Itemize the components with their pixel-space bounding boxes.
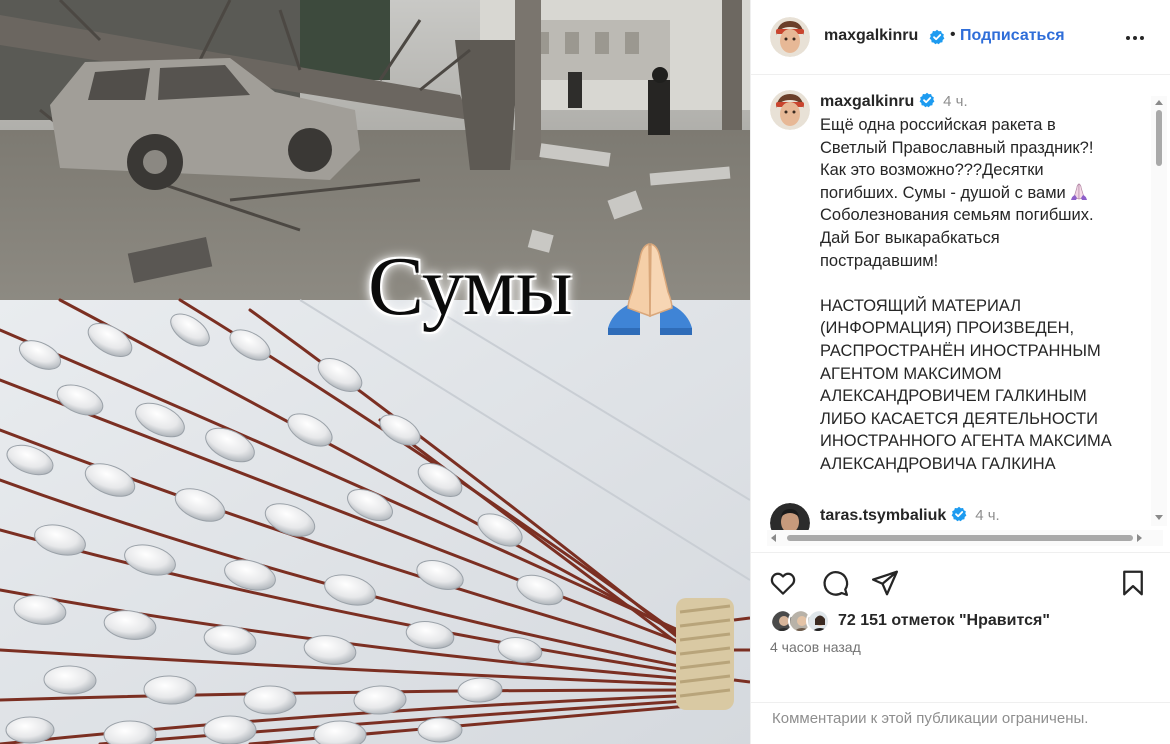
caption-line: РАСПРОСТРАНЁН ИНОСТРАННЫМ xyxy=(820,341,1101,360)
verified-badge-icon xyxy=(951,506,967,522)
caption-text: Ещё одна российская ракета в Светлый Пра… xyxy=(820,114,1140,476)
bookmark-icon[interactable] xyxy=(1118,568,1148,598)
post-actions: 72 151 отметок "Нравится" 4 часов назад xyxy=(751,552,1170,702)
caption-username[interactable]: maxgalkinru xyxy=(820,93,914,110)
post-details-panel: maxgalkinru • Подписаться maxgalkinru 4 … xyxy=(750,0,1170,744)
comments-restricted-text: Комментарии к этой публикации ограничены… xyxy=(772,710,1089,727)
likes-count[interactable]: 72 151 отметок "Нравится" xyxy=(838,612,1050,630)
post-image xyxy=(0,0,750,744)
scrollbar-thumb xyxy=(1156,110,1162,166)
verified-badge-icon xyxy=(929,29,945,45)
caption-line: Ещё одна российская ракета в xyxy=(820,116,1056,134)
caption-line: Дай Бог выкарабкаться xyxy=(820,228,1000,247)
comment-icon[interactable] xyxy=(820,568,850,598)
caption-line-text: погибших. Сумы - душой с вами xyxy=(820,183,1066,202)
author-username[interactable]: maxgalkinru xyxy=(824,27,918,45)
caption-line: Светлый Православный праздник?! xyxy=(820,138,1094,157)
caption-author-avatar[interactable] xyxy=(770,90,810,130)
caption-line: ЛИБО КАСАЕТСЯ ДЕЯТЕЛЬНОСТИ xyxy=(820,409,1098,428)
comments-list[interactable]: maxgalkinru 4 ч. Ещё одна российская рак… xyxy=(751,76,1170,532)
caption-line: АГЕНТОМ МАКСИМОМ xyxy=(820,364,1002,383)
caption-line: АЛЕКСАНДРОВИЧЕМ ГАЛКИНЫМ xyxy=(820,387,1087,406)
caption-line: ИНОСТРАННОГО АГЕНТА МАКСИМА xyxy=(820,432,1112,451)
comments-restricted-notice: Комментарии к этой публикации ограничены… xyxy=(751,702,1170,744)
post-header: maxgalkinru • Подписаться xyxy=(751,0,1170,75)
caption-line: АЛЕКСАНДРОВИЧА ГАЛКИНА xyxy=(820,454,1056,473)
vertical-scrollbar[interactable] xyxy=(1151,96,1167,526)
verified-badge-icon xyxy=(919,92,935,108)
follow-button[interactable]: Подписаться xyxy=(960,27,1065,45)
caption-line: Соболезнования семьям погибших. xyxy=(820,206,1094,225)
folded-hands-icon xyxy=(1071,183,1088,200)
post-media[interactable]: Сумы xyxy=(0,0,750,744)
caption-header: maxgalkinru 4 ч. xyxy=(820,92,968,111)
author-avatar[interactable] xyxy=(770,17,810,57)
caption-time[interactable]: 4 ч. xyxy=(943,93,968,110)
folded-hands-icon xyxy=(608,243,692,335)
heart-icon[interactable] xyxy=(768,568,798,598)
more-horizontal-icon[interactable] xyxy=(1123,26,1147,50)
avatar xyxy=(806,609,830,633)
comment-username[interactable]: taras.tsymbaliuk xyxy=(820,507,946,524)
horizontal-scrollbar[interactable] xyxy=(767,530,1163,546)
share-icon[interactable] xyxy=(870,568,900,598)
comment-author-avatar[interactable] xyxy=(770,503,810,532)
caption-line: Как это возможно???Десятки xyxy=(820,161,1044,180)
comment-header: taras.tsymbaliuk 4 ч. xyxy=(820,506,1000,525)
scrollbar-thumb xyxy=(787,535,1133,541)
post-timestamp[interactable]: 4 часов назад xyxy=(770,639,861,655)
caption-line: погибших. Сумы - душой с вами xyxy=(820,182,1140,205)
caption-line xyxy=(820,272,1140,295)
overlay-caption: Сумы xyxy=(368,240,573,333)
caption-line: НАСТОЯЩИЙ МАТЕРИАЛ xyxy=(820,296,1022,315)
header-separator: • xyxy=(950,26,956,43)
caption-line: пострадавшим! xyxy=(820,251,939,270)
caption-line: (ИНФОРМАЦИЯ) ПРОИЗВЕДЕН, xyxy=(820,319,1075,338)
comment-time[interactable]: 4 ч. xyxy=(975,507,1000,524)
